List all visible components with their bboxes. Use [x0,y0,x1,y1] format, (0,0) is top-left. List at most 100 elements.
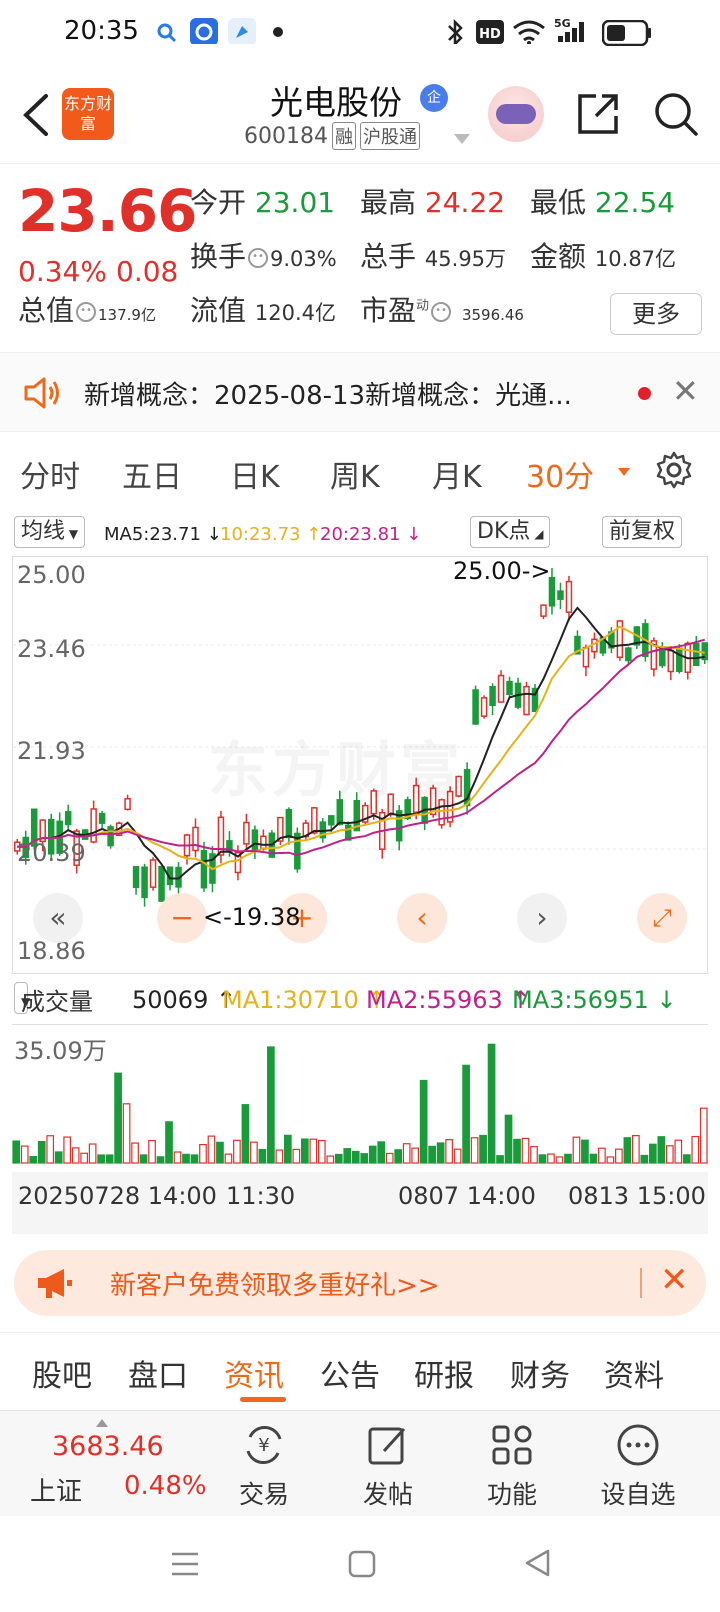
nav-post[interactable]: 发帖 [338,1421,438,1511]
close-promo-icon[interactable]: ✕ [660,1260,689,1300]
volume-bar [88,1143,97,1164]
app-logo[interactable]: 东方财富 [62,88,114,140]
tab-five-day[interactable]: 五日 [122,452,182,496]
y-label-4: 20.39 [17,839,86,867]
tab-weekly-k[interactable]: 周K [330,452,380,496]
volume-bar [665,1145,674,1164]
volume-bar [207,1135,216,1164]
volume-bar [496,1155,504,1164]
candle-body [582,646,590,668]
scroll-left-icon[interactable]: ‹ [397,893,447,943]
scroll-right-icon[interactable]: › [517,893,567,943]
stock-code-line[interactable]: 600184 融沪股通 [244,122,420,150]
concept-news-text: 新增概念：2025-08-13新增概念：光通... [84,381,572,411]
tab-research[interactable]: 研报 [414,1351,474,1395]
candle-body [540,604,547,617]
ma-selector[interactable]: 均线 ▼ [14,516,86,548]
more-button[interactable]: 更多 [610,293,702,335]
index-percent[interactable]: 0.48% [124,1471,207,1501]
volume-bar [462,1064,470,1164]
volume-bar [691,1135,700,1164]
home-icon[interactable] [348,1550,376,1578]
volume-bar [564,1153,572,1164]
dk-point-button[interactable]: DK点 ◢ [470,516,551,548]
stock-code: 600184 [244,124,328,149]
tab-orderbook[interactable]: 盘口 [128,1351,188,1395]
turnover-rate: 换手 •• 9.03% [190,240,337,273]
dropdown-caret-icon[interactable] [454,134,470,144]
stock-header: 东方财富 光电股份 企 600184 融沪股通 [0,66,720,164]
candle-body [311,807,318,834]
quote-panel: 23.66 0.34% 0.08 今开 23.01 最高 24.22 最低 22… [0,165,720,350]
promo-banner[interactable]: 新客户免费领取多重好礼>> ✕ [14,1250,706,1316]
candle-body [659,649,666,667]
index-name[interactable]: 上证 [30,1471,82,1508]
system-navigation [0,1516,720,1612]
back-nav-icon[interactable] [524,1548,550,1578]
volume-bar [173,1151,182,1164]
date-label-1: 20250728 14:00 [18,1182,217,1210]
ai-assistant-avatar[interactable] [488,86,544,142]
volume-bar [326,1155,335,1164]
nav-add-watchlist[interactable]: 设自选 [588,1421,688,1511]
volume-bar [504,1114,513,1164]
volume-bar [165,1121,173,1164]
tab-finance[interactable]: 财务 [510,1351,570,1395]
trade-icon: ¥ [246,1426,282,1464]
period-dropdown-icon[interactable] [618,468,630,476]
volume-bar [317,1139,326,1164]
adjust-button[interactable]: 前复权 [602,516,683,548]
menu-icon[interactable] [170,1550,200,1578]
zoom-out-icon[interactable]: − [157,893,207,943]
nav-functions-label: 功能 [486,1480,537,1509]
gear-icon[interactable] [654,450,694,490]
back-arrow-icon[interactable] [16,90,56,140]
candle-body [472,689,479,725]
tab-news[interactable]: 资讯 [224,1351,284,1395]
fullscreen-icon[interactable]: ⤢ [637,893,687,943]
volume-bar [71,1147,80,1164]
tab-forum[interactable]: 股吧 [32,1351,92,1395]
nav-trade-label: 交易 [238,1480,289,1509]
volume-bar [80,1152,88,1164]
volume-bar [479,1134,487,1164]
close-strip-icon[interactable]: ✕ [672,375,699,407]
index-expand-icon[interactable] [96,1419,108,1427]
tab-intraday[interactable]: 分时 [20,452,80,496]
volume-bar [54,1151,63,1164]
float-market-value: 流值 120.4亿 [190,294,337,327]
volume-ma3: MA3:56951 ↓ [512,986,677,1014]
candle-body [243,821,250,845]
candle-body [90,808,97,843]
tab-30min[interactable]: 30分 [526,452,594,496]
candle-body [149,859,157,888]
tab-profile[interactable]: 资料 [604,1351,664,1395]
volume-selector[interactable]: 成交量 ▼ [14,982,93,1016]
bluetooth-icon [448,18,463,44]
nav-functions[interactable]: 功能 [462,1421,562,1511]
kline-chart[interactable]: 东方财富 25.00 23.46 21.93 20.39 18.86 25.00… [12,556,709,974]
nav-trade[interactable]: ¥ 交易 [214,1421,314,1511]
volume-bar [284,1134,292,1164]
promo-divider [640,1268,642,1298]
search-icon[interactable] [652,90,700,138]
eye-icon: •• [76,302,97,322]
stock-name[interactable]: 光电股份 [270,76,402,124]
active-tab-underline [240,1397,286,1402]
tab-monthly-k[interactable]: 月K [432,452,482,496]
total-volume: 总手 45.95万 [360,240,507,273]
share-icon[interactable] [576,92,620,136]
battery-icon [602,20,651,46]
candle-body [693,642,700,666]
volume-bar [445,1139,453,1164]
total-amount: 金额 10.87亿 [530,240,677,273]
scroll-left-fast-icon[interactable]: « [33,893,83,943]
volume-ma1: MA1:30710 ↑ [222,986,387,1014]
candle-body [132,866,140,888]
concept-news-strip[interactable]: 新增概念：2025-08-13新增概念：光通... ✕ [0,352,720,432]
tab-daily-k[interactable]: 日K [230,452,280,496]
tab-announcements[interactable]: 公告 [320,1351,380,1395]
index-value[interactable]: 3683.46 [52,1431,164,1462]
enterprise-badge-icon: 企 [420,84,448,112]
volume-bar [547,1153,555,1164]
